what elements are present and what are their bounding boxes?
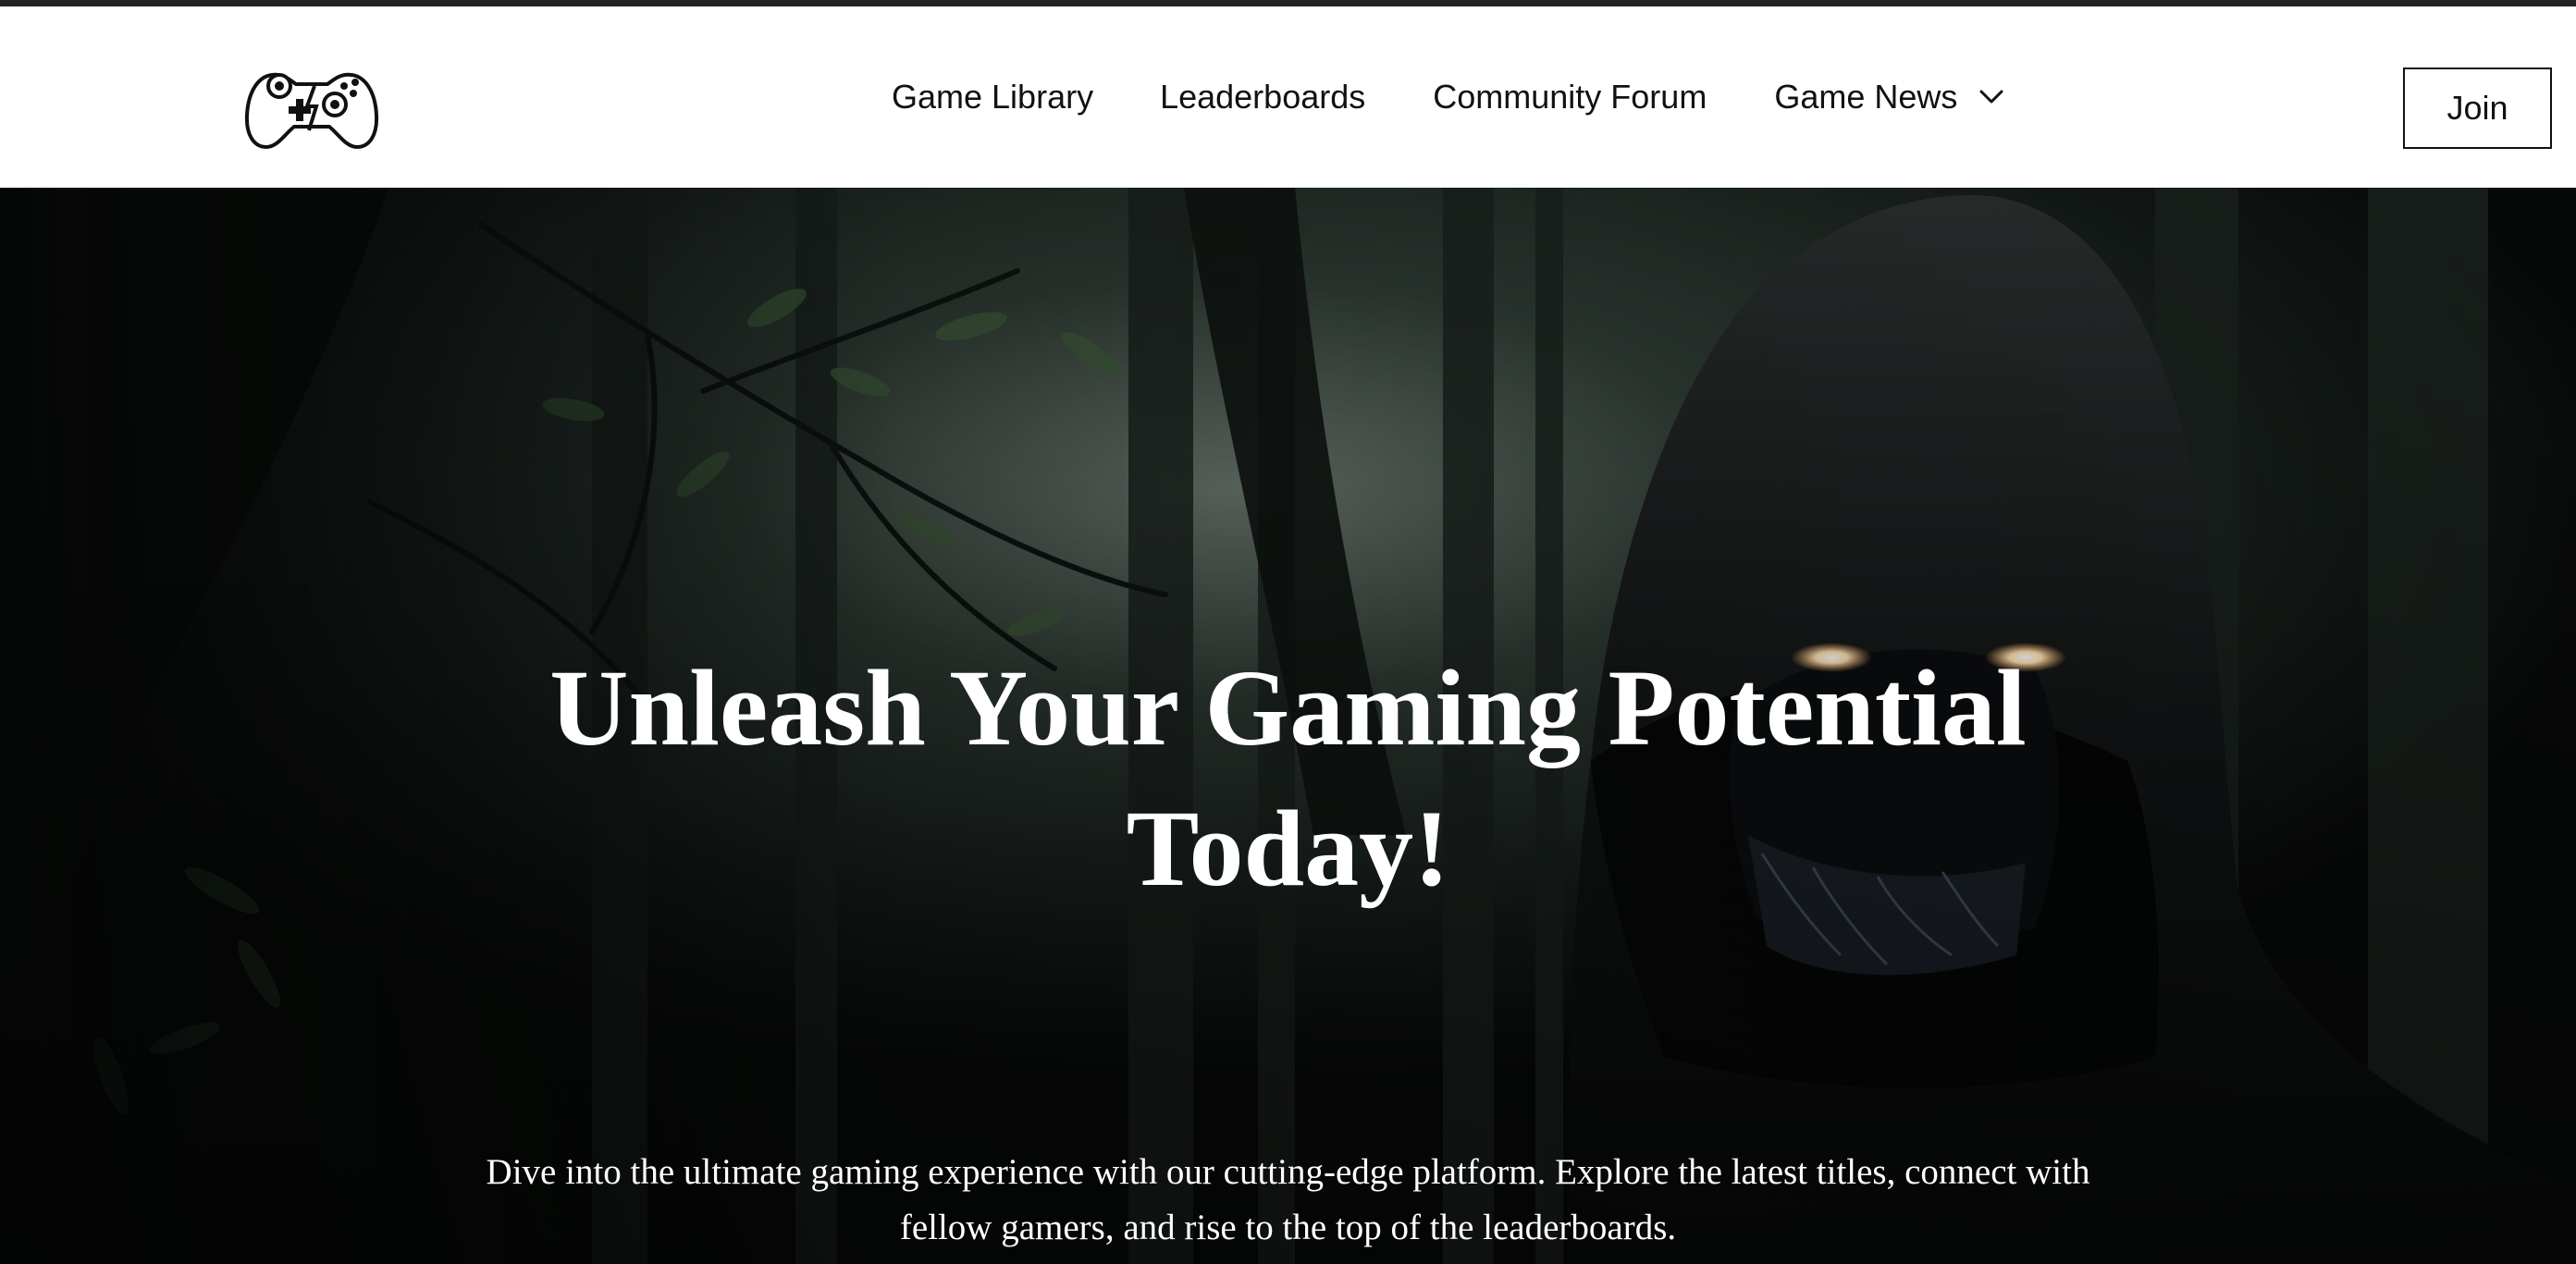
game-controller-icon[interactable] <box>244 62 379 153</box>
chevron-down-icon <box>1979 90 2003 104</box>
hero-subtitle: Dive into the ultimate gaming experience… <box>486 1152 2090 1247</box>
nav-game-news-label: Game News <box>1774 78 1958 116</box>
main-nav: Game Library Leaderboards Community Foru… <box>892 6 2007 188</box>
navbar: Game Library Leaderboards Community Foru… <box>0 6 2576 188</box>
nav-community-forum[interactable]: Community Forum <box>1433 78 1707 117</box>
nav-game-news-dropdown[interactable]: Game News <box>1774 78 2007 117</box>
join-button[interactable]: Join <box>2403 67 2552 149</box>
nav-game-library[interactable]: Game Library <box>892 78 1093 117</box>
hero-title: Unleash Your Gaming Potential Today! <box>549 647 2027 909</box>
nav-leaderboards[interactable]: Leaderboards <box>1160 78 1365 117</box>
top-strip <box>0 0 2576 6</box>
